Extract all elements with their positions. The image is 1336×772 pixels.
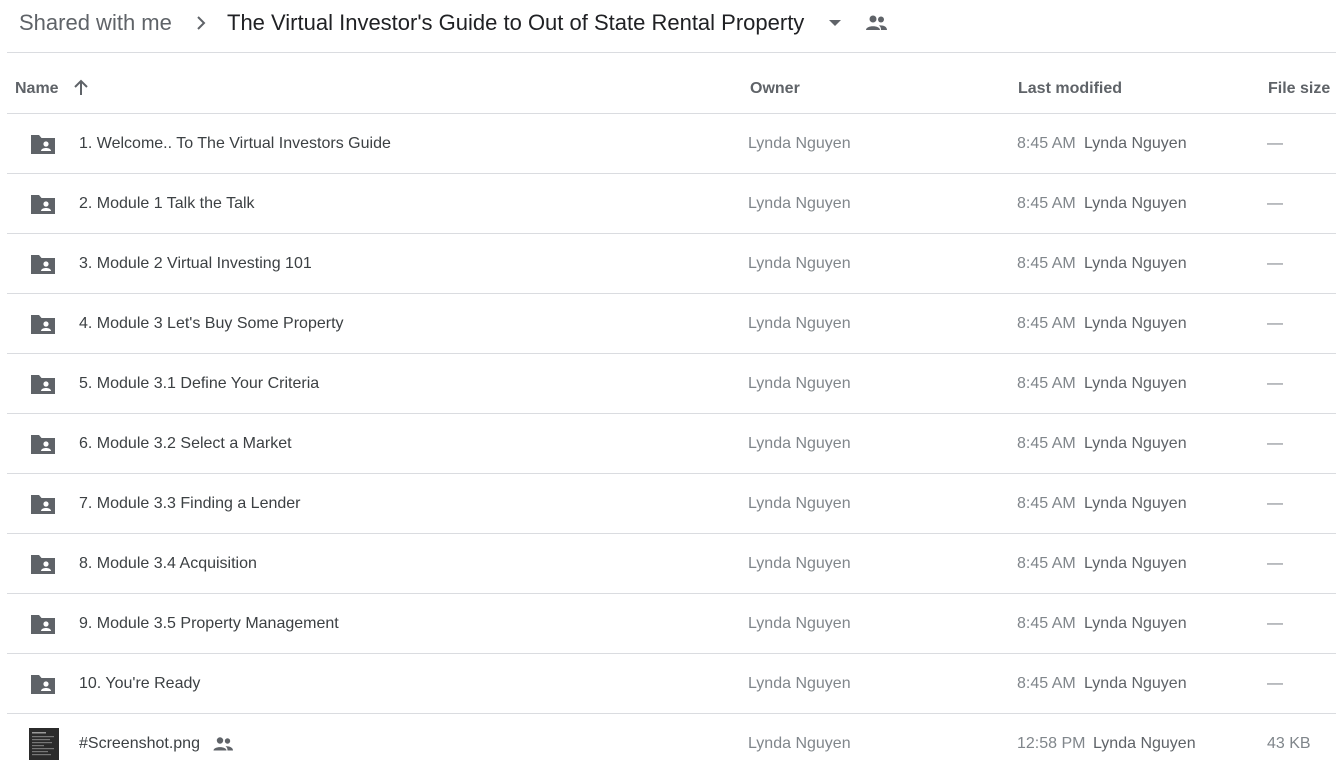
- row-modified-time: 8:45 AM: [1017, 435, 1076, 452]
- row-name[interactable]: 2. Module 1 Talk the Talk: [79, 194, 255, 214]
- people-icon: [213, 737, 233, 751]
- row-file-size: —: [1267, 435, 1283, 452]
- drive-page: Shared with me The Virtual Investor's Gu…: [0, 0, 1336, 772]
- row-name[interactable]: #Screenshot.png: [79, 734, 200, 754]
- file-list: 1. Welcome.. To The Virtual Investors Gu…: [7, 114, 1336, 772]
- shared-folder-icon: [31, 615, 55, 634]
- column-header: Name Owner Last modified File size: [7, 53, 1336, 114]
- row-modified-by: Lynda Nguyen: [1084, 195, 1187, 212]
- table-row[interactable]: 2. Module 1 Talk the Talk Lynda Nguyen 8:4…: [7, 174, 1336, 234]
- row-modified-time: 8:45 AM: [1017, 315, 1076, 332]
- row-file-size: —: [1267, 315, 1283, 332]
- row-file-size: —: [1267, 495, 1283, 512]
- row-modified-time: 8:45 AM: [1017, 555, 1076, 572]
- row-name[interactable]: 7. Module 3.3 Finding a Lender: [79, 494, 300, 514]
- row-owner: Lynda Nguyen: [748, 135, 851, 152]
- column-last-modified[interactable]: Last modified: [1018, 80, 1122, 98]
- row-name[interactable]: 1. Welcome.. To The Virtual Investors Gu…: [79, 134, 391, 154]
- row-file-size: —: [1267, 135, 1283, 152]
- table-row[interactable]: 8. Module 3.4 Acquisition Lynda Nguyen 8:4…: [7, 534, 1336, 594]
- row-modified-time: 8:45 AM: [1017, 495, 1076, 512]
- row-file-size: —: [1267, 615, 1283, 632]
- row-file-size: —: [1267, 675, 1283, 692]
- row-owner: Lynda Nguyen: [748, 555, 851, 572]
- row-name[interactable]: 4. Module 3 Let's Buy Some Property: [79, 314, 344, 334]
- row-file-size: —: [1267, 255, 1283, 272]
- row-modified-time: 8:45 AM: [1017, 375, 1076, 392]
- image-thumbnail-icon: [29, 728, 59, 760]
- breadcrumb: Shared with me The Virtual Investor's Gu…: [0, 0, 1336, 52]
- caret-down-icon[interactable]: [826, 14, 844, 32]
- row-modified-by: Lynda Nguyen: [1084, 255, 1187, 272]
- row-modified-by: Lynda Nguyen: [1084, 675, 1187, 692]
- row-modified-by: Lynda Nguyen: [1084, 615, 1187, 632]
- table-row[interactable]: #Screenshot.png Lynda Nguyen 12:58 PM Lynda…: [7, 714, 1336, 772]
- shared-folder-icon: [31, 555, 55, 574]
- row-owner: Lynda Nguyen: [748, 195, 851, 212]
- row-name[interactable]: 3. Module 2 Virtual Investing 101: [79, 254, 312, 274]
- row-modified-time: 8:45 AM: [1017, 195, 1076, 212]
- column-file-size[interactable]: File size: [1268, 80, 1330, 98]
- row-name[interactable]: 6. Module 3.2 Select a Market: [79, 434, 292, 454]
- table-row[interactable]: 10. You're Ready Lynda Nguyen 8:45 AM Lynda…: [7, 654, 1336, 714]
- table-row[interactable]: 3. Module 2 Virtual Investing 101 Lynda N…: [7, 234, 1336, 294]
- people-icon[interactable]: [864, 13, 888, 33]
- row-modified-by: Lynda Nguyen: [1084, 555, 1187, 572]
- row-owner: Lynda Nguyen: [748, 435, 851, 452]
- column-owner[interactable]: Owner: [750, 80, 800, 98]
- shared-folder-icon: [31, 255, 55, 274]
- table-row[interactable]: 4. Module 3 Let's Buy Some Property Lynda…: [7, 294, 1336, 354]
- table-row[interactable]: 7. Module 3.3 Finding a Lender Lynda Nguy…: [7, 474, 1336, 534]
- row-owner: Lynda Nguyen: [748, 675, 851, 692]
- row-name[interactable]: 10. You're Ready: [79, 674, 200, 694]
- row-modified-by: Lynda Nguyen: [1093, 735, 1196, 752]
- table-row[interactable]: 5. Module 3.1 Define Your Criteria Lynda …: [7, 354, 1336, 414]
- row-file-size: —: [1267, 375, 1283, 392]
- row-modified-time: 8:45 AM: [1017, 255, 1076, 272]
- arrow-up-icon[interactable]: [71, 78, 91, 98]
- table-row[interactable]: 9. Module 3.5 Property Management Lynda N…: [7, 594, 1336, 654]
- row-name[interactable]: 9. Module 3.5 Property Management: [79, 614, 339, 634]
- shared-folder-icon: [31, 495, 55, 514]
- row-modified-by: Lynda Nguyen: [1084, 495, 1187, 512]
- row-owner: Lynda Nguyen: [748, 255, 851, 272]
- row-name[interactable]: 8. Module 3.4 Acquisition: [79, 554, 257, 574]
- shared-folder-icon: [31, 375, 55, 394]
- shared-folder-icon: [31, 435, 55, 454]
- row-modified-time: 8:45 AM: [1017, 675, 1076, 692]
- shared-folder-icon: [31, 195, 55, 214]
- chevron-right-icon: [197, 16, 206, 30]
- shared-folder-icon: [31, 675, 55, 694]
- row-modified-by: Lynda Nguyen: [1084, 315, 1187, 332]
- row-modified-time: 8:45 AM: [1017, 615, 1076, 632]
- table-row[interactable]: 6. Module 3.2 Select a Market Lynda Nguye…: [7, 414, 1336, 474]
- row-owner: Lynda Nguyen: [748, 735, 851, 752]
- row-file-size: —: [1267, 555, 1283, 572]
- row-modified-time: 8:45 AM: [1017, 135, 1076, 152]
- breadcrumb-current-folder[interactable]: The Virtual Investor's Guide to Out of S…: [227, 10, 804, 36]
- shared-folder-icon: [31, 315, 55, 334]
- shared-folder-icon: [31, 135, 55, 154]
- row-owner: Lynda Nguyen: [748, 495, 851, 512]
- column-name[interactable]: Name: [15, 80, 59, 98]
- row-owner: Lynda Nguyen: [748, 615, 851, 632]
- breadcrumb-shared-with-me[interactable]: Shared with me: [19, 10, 172, 36]
- row-file-size: 43 KB: [1267, 735, 1311, 752]
- row-name[interactable]: 5. Module 3.1 Define Your Criteria: [79, 374, 319, 394]
- row-modified-by: Lynda Nguyen: [1084, 135, 1187, 152]
- row-modified-by: Lynda Nguyen: [1084, 375, 1187, 392]
- row-modified-time: 12:58 PM: [1017, 735, 1086, 752]
- row-file-size: —: [1267, 195, 1283, 212]
- row-owner: Lynda Nguyen: [748, 375, 851, 392]
- table-row[interactable]: 1. Welcome.. To The Virtual Investors Gu…: [7, 114, 1336, 174]
- row-modified-by: Lynda Nguyen: [1084, 435, 1187, 452]
- row-owner: Lynda Nguyen: [748, 315, 851, 332]
